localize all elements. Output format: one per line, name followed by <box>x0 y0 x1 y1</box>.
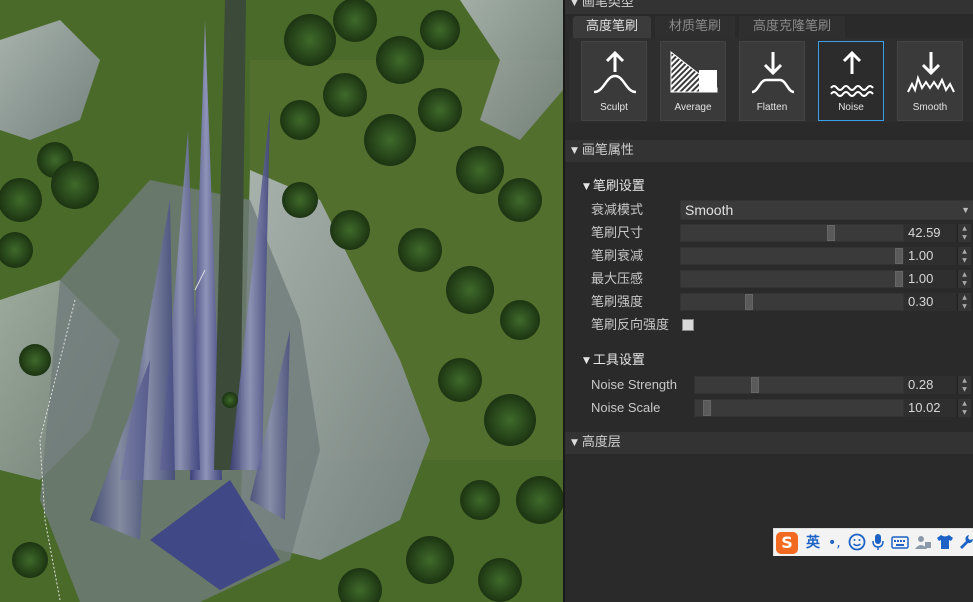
brush-strength-spinner[interactable]: ▲ ▼ <box>957 293 971 311</box>
microphone-icon[interactable] <box>871 533 885 557</box>
brush-falloff-slider[interactable] <box>680 247 904 265</box>
skin-shirt-icon[interactable] <box>936 533 954 557</box>
average-icon <box>670 50 718 93</box>
noise-scale-slider[interactable] <box>694 399 904 417</box>
slider-handle[interactable] <box>745 294 753 310</box>
tool-noise-button[interactable]: Noise <box>818 41 884 121</box>
brush-strength-slider[interactable] <box>680 293 904 311</box>
falloff-mode-label: 衰减模式 <box>591 203 644 218</box>
user-icon[interactable] <box>914 533 932 557</box>
brush-settings-header[interactable]: ▼ 笔刷设置 <box>583 177 645 197</box>
collapse-triangle-icon: ▼ <box>583 182 590 192</box>
noise-strength-value[interactable]: 0.28 <box>904 376 956 394</box>
tool-average-button[interactable]: Average <box>660 41 726 121</box>
brush-props-header[interactable]: ▼ 画笔属性 <box>565 140 973 162</box>
ime-toolbar: S 英 •, <box>773 528 973 556</box>
slider-handle[interactable] <box>895 271 903 287</box>
noise-scale-label: Noise Scale <box>591 400 661 415</box>
brush-falloff-value[interactable]: 1.00 <box>904 247 956 265</box>
tool-sculpt-button[interactable]: Sculpt <box>581 41 647 121</box>
brush-falloff-label: 笔刷衰减 <box>591 249 644 264</box>
noise-scale-value[interactable]: 10.02 <box>904 399 956 417</box>
collapse-triangle-icon: ▼ <box>571 0 578 8</box>
brush-size-slider[interactable] <box>680 224 904 242</box>
noise-strength-spinner[interactable]: ▲ ▼ <box>957 376 971 394</box>
terrain-render <box>0 0 563 602</box>
ime-language-toggle[interactable]: 英 <box>806 533 820 553</box>
terrain-viewport[interactable] <box>0 0 563 602</box>
max-pressure-spinner[interactable]: ▲ ▼ <box>957 270 971 288</box>
slider-handle[interactable] <box>827 225 835 241</box>
wrench-settings-icon[interactable] <box>958 533 973 557</box>
emoji-icon[interactable] <box>848 533 866 557</box>
keyboard-icon[interactable] <box>891 533 909 557</box>
max-pressure-label: 最大压感 <box>591 272 644 287</box>
slider-handle[interactable] <box>895 248 903 264</box>
brush-strength-label: 笔刷强度 <box>591 295 644 310</box>
ime-punctuation-toggle[interactable]: •, <box>828 533 841 553</box>
brush-size-spinner[interactable]: ▲ ▼ <box>957 224 971 242</box>
smooth-icon <box>907 52 955 93</box>
slider-handle[interactable] <box>751 377 759 393</box>
tab-material-brush[interactable]: 材质笔刷 <box>655 16 735 38</box>
collapse-triangle-icon: ▼ <box>571 438 578 448</box>
brush-tool-grid: Sculpt Average Flatten Noise Smooth <box>569 38 973 122</box>
sculpt-icon <box>593 50 637 94</box>
brush-panel: ▼ 画笔类型 高度笔刷 材质笔刷 高度克隆笔刷 Sculpt Average F… <box>563 0 973 602</box>
tool-flatten-button[interactable]: Flatten <box>739 41 805 121</box>
max-pressure-value[interactable]: 1.00 <box>904 270 956 288</box>
brush-size-label: 笔刷尺寸 <box>591 226 644 241</box>
collapse-triangle-icon: ▼ <box>571 146 578 156</box>
brush-falloff-spinner[interactable]: ▲ ▼ <box>957 247 971 265</box>
falloff-mode-select[interactable]: Smooth ▼ <box>680 200 973 220</box>
slider-handle[interactable] <box>703 400 711 416</box>
tool-settings-header[interactable]: ▼ 工具设置 <box>583 351 645 371</box>
noise-strength-label: Noise Strength <box>591 377 677 392</box>
height-layer-header[interactable]: ▼ 高度层 <box>565 432 973 454</box>
chevron-down-icon: ▼ <box>961 205 970 215</box>
noise-strength-slider[interactable] <box>694 376 904 394</box>
tab-height-brush[interactable]: 高度笔刷 <box>573 16 651 38</box>
noise-icon <box>830 50 874 97</box>
brush-type-header[interactable]: ▼ 画笔类型 <box>565 0 973 14</box>
flatten-icon <box>751 52 795 94</box>
max-pressure-slider[interactable] <box>680 270 904 288</box>
tab-height-clone-brush[interactable]: 高度克隆笔刷 <box>739 16 845 38</box>
brush-strength-value[interactable]: 0.30 <box>904 293 956 311</box>
sogou-logo-icon[interactable]: S <box>776 532 798 554</box>
collapse-triangle-icon: ▼ <box>583 356 590 366</box>
brush-size-value[interactable]: 42.59 <box>904 224 956 242</box>
invert-strength-checkbox[interactable] <box>682 319 694 331</box>
tool-smooth-button[interactable]: Smooth <box>897 41 963 121</box>
noise-scale-spinner[interactable]: ▲ ▼ <box>957 399 971 417</box>
invert-strength-label: 笔刷反向强度 <box>591 318 670 333</box>
